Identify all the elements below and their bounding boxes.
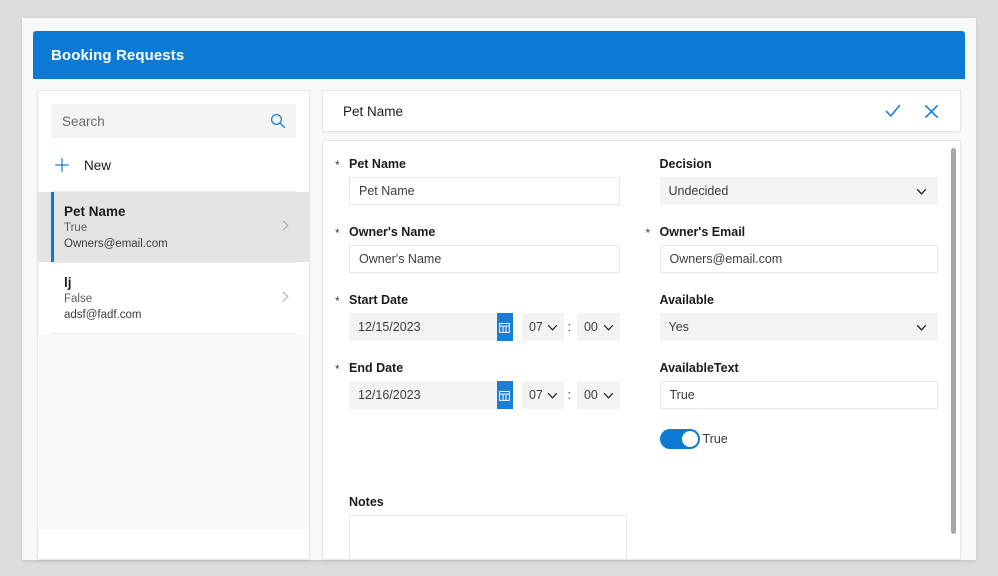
new-record-button[interactable]: New — [51, 147, 296, 183]
field-label-text: Start Date — [349, 293, 409, 307]
field-label: * Owner's Email — [646, 225, 939, 240]
form-scrollbar[interactable] — [950, 148, 957, 548]
calendar-icon[interactable] — [497, 381, 513, 409]
owners-name-input[interactable] — [349, 245, 620, 273]
available-toggle[interactable] — [659, 429, 700, 449]
scrollbar-thumb[interactable] — [951, 148, 956, 534]
field-label: * Owner's Name — [335, 225, 620, 240]
list-item-title: Pet Name — [64, 204, 126, 219]
toggle-knob — [681, 431, 698, 447]
list-item-email: Owners@email.com — [64, 238, 168, 250]
available-select[interactable]: Yes — [659, 313, 938, 341]
form-panel: * Pet Name * Owner's Name * Start Da — [322, 140, 961, 560]
calendar-icon[interactable] — [497, 313, 513, 341]
end-minute-value: 00 — [583, 388, 598, 402]
owners-email-input[interactable] — [659, 245, 938, 273]
field-label-text: Owner's Name — [349, 225, 436, 239]
list-item[interactable]: Pet Name True Owners@email.com — [38, 192, 309, 262]
field-label-text: Pet Name — [349, 157, 406, 171]
field-label-text: AvailableText — [659, 361, 739, 375]
field-notes: Notes — [323, 449, 960, 559]
end-hour-select[interactable]: 07 — [521, 381, 565, 409]
search-input[interactable] — [51, 104, 296, 138]
records-list-panel: New Pet Name True Owners@email.com lj Fa… — [37, 90, 310, 560]
notes-textarea[interactable] — [349, 515, 627, 559]
start-hour-select[interactable]: 07 — [521, 313, 565, 341]
notes-label: Notes — [349, 495, 384, 509]
search-icon[interactable] — [269, 112, 287, 130]
chevron-right-icon[interactable] — [279, 290, 292, 303]
field-label: * Start Date — [335, 293, 620, 308]
search-box[interactable] — [51, 104, 296, 138]
chevron-down-icon — [602, 389, 615, 402]
end-hour-value: 07 — [528, 388, 543, 402]
chevron-down-icon — [546, 321, 559, 334]
decision-value: Undecided — [668, 184, 729, 198]
pet-name-input[interactable] — [349, 177, 620, 205]
field-owners-email: * Owner's Email — [646, 225, 939, 273]
end-minute-select[interactable]: 00 — [576, 381, 620, 409]
required-marker: * — [335, 226, 340, 240]
selection-accent-bar — [51, 192, 54, 262]
available-text-input[interactable] — [659, 381, 938, 409]
time-separator: : — [567, 388, 571, 402]
chevron-right-icon[interactable] — [279, 219, 292, 232]
field-label: AvailableText — [660, 361, 939, 375]
new-record-label: New — [84, 157, 112, 173]
page-title: Booking Requests — [51, 46, 185, 64]
field-decision: Decision Undecided — [659, 157, 939, 205]
field-label-text: End Date — [349, 361, 404, 375]
field-start-date: * Start Date 12/15/2023 07: 00 — [335, 293, 620, 341]
close-button[interactable] — [916, 96, 946, 126]
list-item-subtitle: False — [64, 293, 93, 305]
list-empty-area — [38, 334, 309, 530]
chevron-down-icon — [915, 185, 928, 198]
start-date-input[interactable] — [349, 313, 497, 341]
form-grid: * Pet Name * Owner's Name * Start Da — [323, 141, 960, 449]
title-bar: Booking Requests — [33, 31, 965, 79]
plus-icon — [53, 156, 71, 174]
save-button[interactable] — [878, 96, 908, 126]
field-available-text: AvailableText — [659, 361, 939, 409]
field-available: Available Yes — [659, 293, 939, 341]
form-right-column: Decision Undecided * Owner's Email Owner… — [642, 157, 961, 449]
chevron-down-icon — [546, 389, 559, 402]
required-marker: * — [645, 226, 651, 240]
end-date-input[interactable] — [349, 381, 497, 409]
list-item-title: lj — [64, 275, 72, 290]
field-label-text: Decision — [659, 157, 712, 171]
field-label-text: Available — [659, 293, 714, 307]
app-window: Booking Requests New — [22, 18, 976, 560]
form-header-title: Pet Name — [343, 103, 404, 119]
records-list: Pet Name True Owners@email.com lj False … — [38, 192, 309, 530]
chevron-down-icon — [602, 321, 615, 334]
start-date-row: 07 : 00 — [349, 313, 620, 341]
field-label: * Pet Name — [335, 157, 620, 172]
start-hour-value: 07 — [528, 320, 543, 334]
required-marker: * — [335, 158, 340, 172]
available-toggle-row: True — [659, 429, 939, 449]
available-toggle-label: True — [702, 432, 728, 446]
field-label: Available — [660, 293, 939, 307]
field-label-text: Owner's Email — [659, 225, 746, 239]
field-label: Decision — [660, 157, 939, 171]
start-minute-value: 00 — [583, 320, 598, 334]
list-item[interactable]: lj False adsf@fadf.com — [38, 263, 309, 333]
required-marker: * — [335, 362, 340, 376]
decision-select[interactable]: Undecided — [659, 177, 938, 205]
start-minute-select[interactable]: 00 — [576, 313, 620, 341]
form-header: Pet Name — [322, 90, 961, 132]
required-marker: * — [335, 294, 340, 308]
field-end-date: * End Date 12/16/2023 07: 00 — [335, 361, 620, 409]
time-separator: : — [567, 320, 571, 334]
available-value: Yes — [668, 320, 689, 334]
end-date-row: 07 : 00 — [349, 381, 620, 409]
field-owners-name: * Owner's Name — [335, 225, 620, 273]
chevron-down-icon — [915, 321, 928, 334]
list-item-email: adsf@fadf.com — [64, 309, 142, 321]
form-left-column: * Pet Name * Owner's Name * Start Da — [323, 157, 642, 449]
field-label: * End Date — [335, 361, 620, 376]
list-item-subtitle: True — [64, 222, 88, 234]
field-pet-name: * Pet Name — [335, 157, 620, 205]
